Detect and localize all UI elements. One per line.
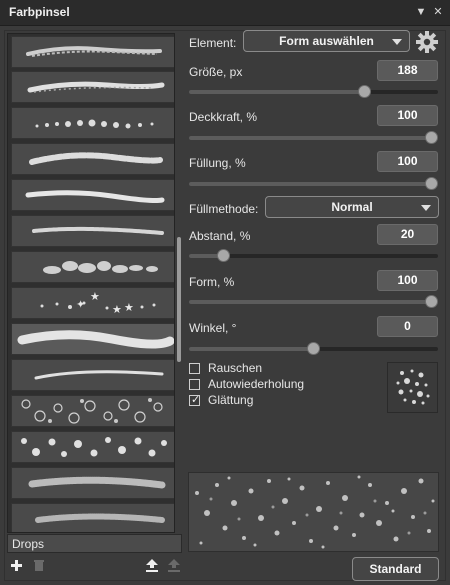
size-value-field[interactable]: 188 xyxy=(377,60,438,81)
shape-slider[interactable] xyxy=(189,295,438,309)
slider-thumb[interactable] xyxy=(425,131,438,144)
auto-repeat-option[interactable]: Autowiederholung xyxy=(189,377,349,392)
delete-icon[interactable] xyxy=(34,559,44,571)
svg-text:★: ★ xyxy=(112,303,122,316)
blend-mode-dropdown[interactable]: Normal xyxy=(265,196,439,218)
brush-preset-soft-stroke[interactable] xyxy=(11,179,174,211)
noise-checkbox[interactable] xyxy=(189,363,200,374)
angle-slider[interactable] xyxy=(189,342,438,356)
brush-preset-rough-stroke[interactable] xyxy=(11,71,174,103)
slider-thumb[interactable] xyxy=(358,85,371,98)
noise-option[interactable]: Rauschen xyxy=(189,361,309,376)
stroke-preview xyxy=(188,472,439,552)
spacing-label: Abstand, % xyxy=(189,229,251,243)
fill-value-field[interactable]: 100 xyxy=(377,151,438,172)
slider-thumb[interactable] xyxy=(425,295,438,308)
slider-fill xyxy=(189,300,431,304)
brush-list[interactable]: ★ ★ ★ ✦ xyxy=(7,33,175,533)
brush-preset-bubbles[interactable] xyxy=(11,395,174,427)
brush-set-selector[interactable]: Drops xyxy=(7,534,182,553)
svg-text:★: ★ xyxy=(124,301,134,314)
slider-fill xyxy=(189,136,431,140)
noise-option-label: Rauschen xyxy=(208,361,263,375)
brush-list-scrollbar[interactable] xyxy=(177,237,181,362)
brush-preset-spray[interactable] xyxy=(11,467,174,499)
fill-slider[interactable] xyxy=(189,177,438,191)
angle-value-field[interactable]: 0 xyxy=(377,316,438,337)
gear-icon[interactable] xyxy=(416,31,438,53)
slider-fill xyxy=(189,347,313,351)
shape-label: Form, % xyxy=(189,275,235,289)
size-slider[interactable] xyxy=(189,85,438,99)
brush-preset-stars[interactable]: ★ ★ ★ ✦ xyxy=(11,287,174,319)
auto-repeat-checkbox[interactable] xyxy=(189,379,200,390)
brush-preset-leaves[interactable] xyxy=(11,251,174,283)
brush-preset-drops[interactable] xyxy=(11,431,174,463)
brush-preset-dots[interactable] xyxy=(11,107,174,139)
add-icon[interactable] xyxy=(11,560,22,571)
chevron-down-icon xyxy=(421,205,431,211)
brush-preset-splatter[interactable] xyxy=(11,143,174,175)
brush-tip-preview xyxy=(387,362,438,413)
element-dropdown-value: Form auswählen xyxy=(279,34,374,48)
default-button[interactable]: Standard xyxy=(352,557,439,581)
brush-preset-fine-stroke[interactable] xyxy=(11,359,174,391)
element-dropdown[interactable]: Form auswählen xyxy=(243,30,410,52)
brush-preset-chalk[interactable] xyxy=(11,215,174,247)
shape-value-field[interactable]: 100 xyxy=(377,270,438,291)
element-label: Element: xyxy=(189,36,237,50)
smoothing-option[interactable]: ✓ Glättung xyxy=(189,393,309,408)
opacity-label: Deckkraft, % xyxy=(189,110,258,124)
opacity-value-field[interactable]: 100 xyxy=(377,105,438,126)
brush-set-label: Drops xyxy=(12,537,45,551)
slider-fill xyxy=(189,182,431,186)
svg-text:✦: ✦ xyxy=(76,298,85,311)
brush-preset-solid[interactable] xyxy=(11,323,174,355)
slider-fill xyxy=(189,90,364,94)
panel-title: Farbpinsel xyxy=(9,5,70,19)
spacing-slider[interactable] xyxy=(189,249,438,263)
chevron-down-icon xyxy=(392,39,402,45)
slider-thumb[interactable] xyxy=(425,177,438,190)
auto-repeat-option-label: Autowiederholung xyxy=(208,377,305,391)
slider-thumb[interactable] xyxy=(217,249,230,262)
close-icon[interactable]: ✕ xyxy=(431,4,445,20)
slider-thumb[interactable] xyxy=(307,342,320,355)
smoothing-checkbox[interactable]: ✓ xyxy=(189,394,201,406)
size-label: Größe, px xyxy=(189,65,243,79)
stroke-preview-drawing xyxy=(195,475,435,549)
panel-menu-triangle-icon[interactable]: ▼ xyxy=(414,4,428,20)
angle-label: Winkel, ° xyxy=(189,321,237,335)
checkmark-icon: ✓ xyxy=(191,394,201,406)
blend-mode-value: Normal xyxy=(331,200,373,214)
fill-label: Füllung, % xyxy=(189,156,246,170)
opacity-slider[interactable] xyxy=(189,131,438,145)
panel-titlebar: Farbpinsel ▼ ✕ xyxy=(0,0,450,26)
import-icon[interactable] xyxy=(146,559,158,572)
brush-preset-dry-stroke[interactable] xyxy=(11,36,174,68)
blend-mode-label: Füllmethode: xyxy=(189,202,259,216)
spacing-value-field[interactable]: 20 xyxy=(377,224,438,245)
smoothing-option-label: Glättung xyxy=(208,393,254,407)
export-icon[interactable] xyxy=(168,559,180,572)
svg-text:★: ★ xyxy=(90,290,100,303)
brush-preset-airbrush[interactable] xyxy=(11,503,174,532)
